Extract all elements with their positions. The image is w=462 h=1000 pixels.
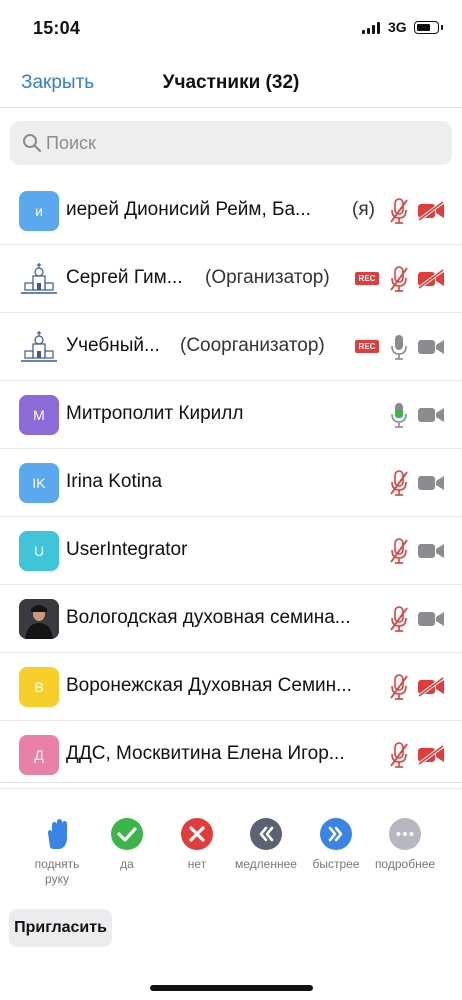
participant-name: Учебный... (66, 335, 160, 356)
participant-name: ДДС, Москвитина Елена Игор... (66, 743, 345, 764)
camera-off-icon[interactable] (417, 676, 445, 698)
reaction-label: да (120, 857, 134, 871)
reaction-raise-hand-button[interactable]: поднять руку (22, 817, 92, 887)
fast-forward-icon (320, 818, 352, 850)
avatar: и (19, 191, 59, 231)
avatar: М (19, 395, 59, 435)
more-icon (389, 818, 421, 850)
participant-role: (Соорганизатор) (180, 335, 325, 356)
mic-muted-icon[interactable] (388, 469, 410, 497)
network-type: 3G (388, 19, 407, 35)
camera-off-icon[interactable] (417, 744, 445, 766)
search-bar[interactable] (10, 121, 452, 165)
battery-level (417, 24, 430, 31)
reaction-bar: поднять руку да нет медленнее быстрее подробн… (0, 782, 462, 890)
search-input[interactable] (46, 121, 436, 165)
camera-icon[interactable] (417, 541, 445, 561)
reaction-close-button[interactable]: нет (162, 817, 232, 872)
home-indicator (150, 985, 313, 991)
participant-name: UserIntegrator (66, 539, 188, 560)
battery-icon (414, 21, 439, 34)
avatar: Д (19, 735, 59, 775)
participant-name: Воронежская Духовная Семин... (66, 675, 352, 696)
recording-badge: REC (355, 272, 379, 285)
mic-muted-icon[interactable] (388, 197, 410, 225)
mic-muted-icon[interactable] (388, 673, 410, 701)
reaction-label: быстрее (312, 857, 360, 871)
participant-name: Вологодская духовная семина... (66, 607, 351, 628)
participant-name: Irina Kotina (66, 471, 163, 492)
search-icon (23, 134, 42, 153)
participant-row[interactable]: U UserIntegrator (0, 517, 462, 585)
church-logo-icon (19, 327, 59, 367)
page-title: Участники (32) (162, 72, 300, 93)
avatar: U (19, 531, 59, 571)
close-icon (181, 818, 213, 850)
mic-muted-icon[interactable] (388, 265, 410, 293)
participant-name: Митрополит Кирилл (66, 403, 244, 424)
participant-row[interactable]: Вологодская духовная семина... (0, 585, 462, 653)
participant-name: Сергей Гим... (66, 267, 183, 288)
avatar: IK (19, 463, 59, 503)
check-icon (111, 818, 143, 850)
participant-row[interactable]: М Митрополит Кирилл (0, 381, 462, 449)
reaction-rewind-button[interactable]: медленнее (231, 817, 301, 872)
signal-icon (362, 22, 382, 34)
reaction-label: нет (187, 857, 207, 871)
avatar-photo (19, 599, 59, 639)
nav-bar: Закрыть Участники (32) (0, 58, 462, 108)
invite-button[interactable]: Пригласить (9, 909, 112, 947)
mic-icon[interactable] (388, 401, 410, 429)
participant-row[interactable]: Учебный... (Соорганизатор) REC (0, 313, 462, 381)
participant-list: и иерей Дионисий Рейм, Ба... (я) Сергей Гим… (0, 177, 462, 789)
participant-row[interactable]: В Воронежская Духовная Семин... (0, 653, 462, 721)
reaction-fast-forward-button[interactable]: быстрее (301, 817, 371, 872)
battery-cap (441, 25, 443, 30)
participant-role: (Организатор) (205, 267, 330, 288)
reaction-more-button[interactable]: подробнее (370, 817, 440, 872)
camera-icon[interactable] (417, 609, 445, 629)
participant-row[interactable]: IK Irina Kotina (0, 449, 462, 517)
status-bar: 15:04 3G (0, 0, 462, 58)
participant-role: (я) (352, 199, 375, 220)
camera-off-icon[interactable] (417, 200, 445, 222)
mic-muted-icon[interactable] (388, 741, 410, 769)
reaction-label: медленнее (235, 857, 297, 871)
camera-icon[interactable] (417, 337, 445, 357)
reaction-label: подробнее (374, 857, 436, 871)
church-logo-icon (19, 259, 59, 299)
mic-muted-icon[interactable] (388, 537, 410, 565)
reaction-check-button[interactable]: да (92, 817, 162, 872)
mic-icon[interactable] (388, 333, 410, 361)
camera-icon[interactable] (417, 405, 445, 425)
participant-row[interactable]: и иерей Дионисий Рейм, Ба... (я) (0, 177, 462, 245)
recording-badge: REC (355, 340, 379, 353)
avatar: В (19, 667, 59, 707)
mic-muted-icon[interactable] (388, 605, 410, 633)
rewind-icon (250, 818, 282, 850)
participant-row[interactable]: Сергей Гим... (Организатор) REC (0, 245, 462, 313)
status-time: 15:04 (33, 18, 81, 38)
reaction-label: поднять руку (34, 857, 80, 886)
participant-name: иерей Дионисий Рейм, Ба... (66, 199, 311, 220)
participant-row[interactable]: Д ДДС, Москвитина Елена Игор... (0, 721, 462, 789)
camera-off-icon[interactable] (417, 268, 445, 290)
camera-icon[interactable] (417, 473, 445, 493)
raise-hand-icon (48, 819, 67, 849)
